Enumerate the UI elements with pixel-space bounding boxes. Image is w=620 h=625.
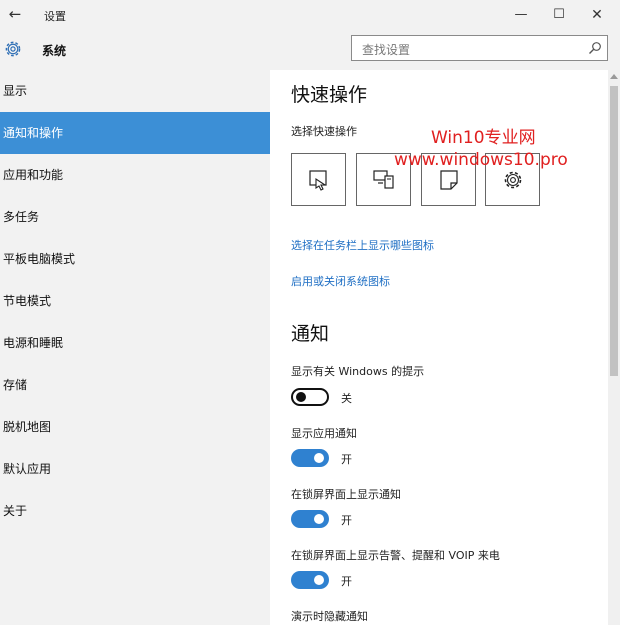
sidebar: 显示 通知和操作 应用和功能 多任务 平板电脑模式 节电模式 电源和睡眠 存储 … (0, 70, 270, 625)
toggle-app-notifications[interactable] (291, 449, 329, 467)
toggle-state-windows-tips: 关 (341, 392, 352, 405)
toggle-state-lock-screen-alarms: 开 (341, 575, 352, 588)
back-arrow-icon: ← (8, 5, 22, 23)
sidebar-item-offline-maps[interactable]: 脱机地图 (0, 406, 270, 448)
toggle-knob (296, 392, 306, 402)
setting-label-app-notifications: 显示应用通知 (291, 427, 357, 440)
setting-label-hide-when-presenting: 演示时隐藏通知 (291, 610, 368, 623)
system-icons-link[interactable]: 启用或关闭系统图标 (291, 273, 390, 289)
project-icon (373, 170, 394, 189)
sidebar-item-display[interactable]: 显示 (0, 70, 270, 112)
setting-label-windows-tips: 显示有关 Windows 的提示 (291, 365, 425, 378)
sidebar-item-apps[interactable]: 应用和功能 (0, 154, 270, 196)
tablet-mode-icon (309, 170, 327, 191)
toggle-windows-tips[interactable] (291, 388, 329, 406)
sidebar-item-storage[interactable]: 存储 (0, 364, 270, 406)
sidebar-item-multitasking[interactable]: 多任务 (0, 196, 270, 238)
sidebar-item-tablet-mode[interactable]: 平板电脑模式 (0, 238, 270, 280)
main-content: 快速操作 选择快速操作 Win10专业网 www.windows10.pro 选… (270, 70, 620, 625)
back-button[interactable]: ← (4, 3, 26, 25)
setting-label-lock-screen-notifications: 在锁屏界面上显示通知 (291, 488, 401, 501)
note-icon (440, 170, 458, 190)
title-bar: ← 设置 — ☐ ✕ (0, 0, 620, 30)
quick-action-tile-tablet-mode[interactable] (291, 153, 346, 206)
toggle-knob (314, 453, 324, 463)
sidebar-item-default-apps[interactable]: 默认应用 (0, 448, 270, 490)
sidebar-item-notifications[interactable]: 通知和操作 (0, 112, 270, 154)
scroll-up-arrow-icon[interactable] (610, 74, 618, 79)
watermark-line-2: www.windows10.pro (394, 150, 568, 170)
sidebar-item-power-sleep[interactable]: 电源和睡眠 (0, 322, 270, 364)
minimize-button[interactable]: — (508, 4, 534, 26)
maximize-button[interactable]: ☐ (546, 4, 572, 26)
toggle-lock-screen-notifications[interactable] (291, 510, 329, 528)
toggle-knob (314, 575, 324, 585)
scroll-thumb[interactable] (610, 86, 618, 376)
search-icon[interactable] (588, 41, 602, 55)
sidebar-item-about[interactable]: 关于 (0, 490, 270, 532)
search-input[interactable]: 查找设置 (351, 35, 608, 61)
window-title: 设置 (44, 10, 66, 23)
settings-header: 系统 查找设置 (0, 30, 620, 70)
notifications-heading: 通知 (291, 323, 330, 345)
page-title: 系统 (42, 44, 67, 58)
settings-icon (504, 171, 522, 189)
gear-icon (5, 41, 21, 57)
toggle-knob (314, 514, 324, 524)
sidebar-item-battery-saver[interactable]: 节电模式 (0, 280, 270, 322)
toggle-state-app-notifications: 开 (341, 453, 352, 466)
setting-label-lock-screen-alarms: 在锁屏界面上显示告警、提醒和 VOIP 来电 (291, 549, 500, 562)
taskbar-icons-link[interactable]: 选择在任务栏上显示哪些图标 (291, 237, 434, 253)
quick-actions-heading: 快速操作 (291, 84, 368, 106)
toggle-state-lock-screen-notifications: 开 (341, 514, 352, 527)
scrollbar[interactable] (608, 70, 620, 625)
close-button[interactable]: ✕ (584, 4, 610, 26)
search-placeholder: 查找设置 (362, 43, 411, 57)
toggle-lock-screen-alarms[interactable] (291, 571, 329, 589)
quick-actions-subheading: 选择快速操作 (291, 125, 357, 138)
watermark-line-1: Win10专业网 (431, 128, 536, 148)
